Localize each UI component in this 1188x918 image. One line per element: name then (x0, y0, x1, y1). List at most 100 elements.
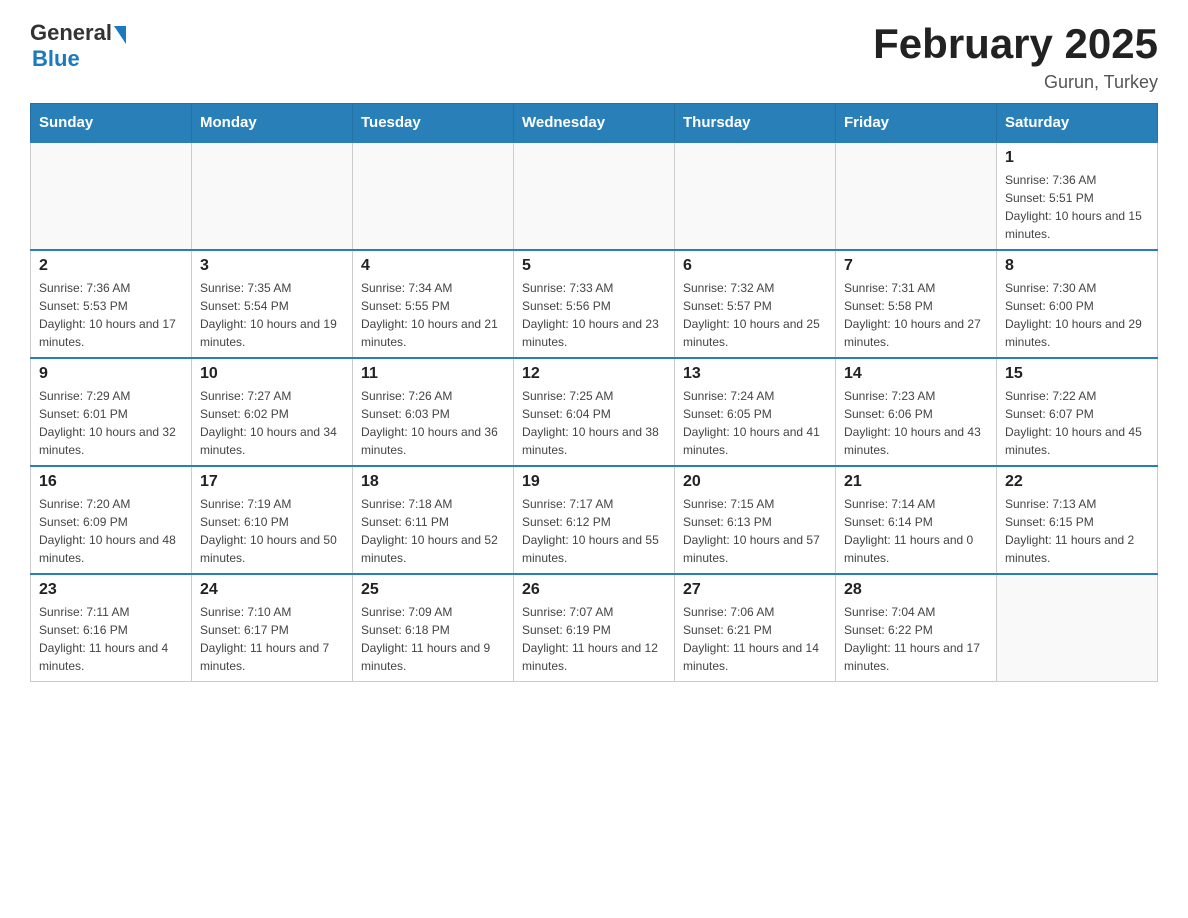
calendar-cell (31, 142, 192, 250)
calendar-cell (514, 142, 675, 250)
day-info: Sunrise: 7:30 AMSunset: 6:00 PMDaylight:… (1005, 279, 1149, 351)
calendar-cell: 21 Sunrise: 7:14 AMSunset: 6:14 PMDayligh… (836, 466, 997, 574)
day-info: Sunrise: 7:36 AMSunset: 5:53 PMDaylight:… (39, 279, 183, 351)
day-number: 20 (683, 473, 827, 491)
calendar-cell (836, 142, 997, 250)
day-number: 24 (200, 581, 344, 599)
week-row-2: 2Sunrise: 7:36 AMSunset: 5:53 PMDaylight… (31, 250, 1158, 358)
day-number: 6 (683, 257, 827, 275)
day-info: Sunrise: 7:07 AMSunset: 6:19 PMDaylight:… (522, 603, 666, 675)
calendar-cell: 27Sunrise: 7:06 AMSunset: 6:21 PMDayligh… (675, 574, 836, 682)
day-info: Sunrise: 7:23 AMSunset: 6:06 PMDaylight:… (844, 387, 988, 459)
day-info: Sunrise: 7:15 AMSunset: 6:13 PMDaylight:… (683, 495, 827, 567)
day-info: Sunrise: 7:10 AMSunset: 6:17 PMDaylight:… (200, 603, 344, 675)
calendar-cell: 6 Sunrise: 7:32 AMSunset: 5:57 PMDaylight… (675, 250, 836, 358)
day-info: Sunrise: 7:06 AMSunset: 6:21 PMDaylight:… (683, 603, 827, 675)
day-info: Sunrise: 7:18 AMSunset: 6:11 PMDaylight:… (361, 495, 505, 567)
calendar-cell: 25 Sunrise: 7:09 AMSunset: 6:18 PMDayligh… (353, 574, 514, 682)
day-number: 19 (522, 473, 666, 491)
day-info: Sunrise: 7:17 AMSunset: 6:12 PMDaylight:… (522, 495, 666, 567)
day-number: 21 (844, 473, 988, 491)
calendar-cell: 11 Sunrise: 7:26 AMSunset: 6:03 PMDayligh… (353, 358, 514, 466)
calendar-cell: 8 Sunrise: 7:30 AMSunset: 6:00 PMDaylight… (997, 250, 1158, 358)
calendar-cell: 20 Sunrise: 7:15 AMSunset: 6:13 PMDayligh… (675, 466, 836, 574)
day-number: 10 (200, 365, 344, 383)
day-header-monday: Monday (192, 104, 353, 143)
day-info: Sunrise: 7:24 AMSunset: 6:05 PMDaylight:… (683, 387, 827, 459)
calendar-cell: 10Sunrise: 7:27 AMSunset: 6:02 PMDayligh… (192, 358, 353, 466)
day-number: 12 (522, 365, 666, 383)
day-info: Sunrise: 7:33 AMSunset: 5:56 PMDaylight:… (522, 279, 666, 351)
calendar-header: SundayMondayTuesdayWednesdayThursdayFrid… (31, 104, 1158, 143)
day-info: Sunrise: 7:14 AMSunset: 6:14 PMDaylight:… (844, 495, 988, 567)
day-number: 16 (39, 473, 183, 491)
day-number: 13 (683, 365, 827, 383)
day-header-friday: Friday (836, 104, 997, 143)
day-info: Sunrise: 7:11 AMSunset: 6:16 PMDaylight:… (39, 603, 183, 675)
day-info: Sunrise: 7:20 AMSunset: 6:09 PMDaylight:… (39, 495, 183, 567)
week-row-4: 16 Sunrise: 7:20 AMSunset: 6:09 PMDayligh… (31, 466, 1158, 574)
header-row: SundayMondayTuesdayWednesdayThursdayFrid… (31, 104, 1158, 143)
day-number: 9 (39, 365, 183, 383)
day-number: 15 (1005, 365, 1149, 383)
day-info: Sunrise: 7:36 AMSunset: 5:51 PMDaylight:… (1005, 171, 1149, 243)
week-row-3: 9 Sunrise: 7:29 AMSunset: 6:01 PMDaylight… (31, 358, 1158, 466)
day-info: Sunrise: 7:32 AMSunset: 5:57 PMDaylight:… (683, 279, 827, 351)
calendar-cell: 19 Sunrise: 7:17 AMSunset: 6:12 PMDayligh… (514, 466, 675, 574)
calendar-cell: 14 Sunrise: 7:23 AMSunset: 6:06 PMDayligh… (836, 358, 997, 466)
day-header-sunday: Sunday (31, 104, 192, 143)
day-number: 26 (522, 581, 666, 599)
logo-blue: Blue (32, 46, 126, 72)
day-info: Sunrise: 7:22 AMSunset: 6:07 PMDaylight:… (1005, 387, 1149, 459)
day-info: Sunrise: 7:04 AMSunset: 6:22 PMDaylight:… (844, 603, 988, 675)
day-number: 14 (844, 365, 988, 383)
week-row-5: 23 Sunrise: 7:11 AMSunset: 6:16 PMDayligh… (31, 574, 1158, 682)
day-number: 25 (361, 581, 505, 599)
day-info: Sunrise: 7:09 AMSunset: 6:18 PMDaylight:… (361, 603, 505, 675)
day-number: 1 (1005, 149, 1149, 167)
day-number: 28 (844, 581, 988, 599)
logo: General Blue (30, 20, 126, 72)
calendar-cell: 4Sunrise: 7:34 AMSunset: 5:55 PMDaylight… (353, 250, 514, 358)
day-number: 23 (39, 581, 183, 599)
day-header-wednesday: Wednesday (514, 104, 675, 143)
day-info: Sunrise: 7:35 AMSunset: 5:54 PMDaylight:… (200, 279, 344, 351)
day-info: Sunrise: 7:25 AMSunset: 6:04 PMDaylight:… (522, 387, 666, 459)
calendar-cell: 18 Sunrise: 7:18 AMSunset: 6:11 PMDayligh… (353, 466, 514, 574)
day-number: 5 (522, 257, 666, 275)
calendar-cell (997, 574, 1158, 682)
day-info: Sunrise: 7:13 AMSunset: 6:15 PMDaylight:… (1005, 495, 1149, 567)
calendar-cell: 5 Sunrise: 7:33 AMSunset: 5:56 PMDaylight… (514, 250, 675, 358)
page-header: General Blue February 2025 Gurun, Turkey (30, 20, 1158, 93)
calendar-body: 1 Sunrise: 7:36 AMSunset: 5:51 PMDaylight… (31, 142, 1158, 682)
day-number: 18 (361, 473, 505, 491)
calendar-cell: 17Sunrise: 7:19 AMSunset: 6:10 PMDayligh… (192, 466, 353, 574)
day-number: 17 (200, 473, 344, 491)
calendar-cell: 7 Sunrise: 7:31 AMSunset: 5:58 PMDaylight… (836, 250, 997, 358)
day-header-thursday: Thursday (675, 104, 836, 143)
day-info: Sunrise: 7:29 AMSunset: 6:01 PMDaylight:… (39, 387, 183, 459)
day-number: 3 (200, 257, 344, 275)
week-row-1: 1 Sunrise: 7:36 AMSunset: 5:51 PMDaylight… (31, 142, 1158, 250)
day-header-saturday: Saturday (997, 104, 1158, 143)
logo-general: General (30, 20, 112, 46)
calendar-cell: 16 Sunrise: 7:20 AMSunset: 6:09 PMDayligh… (31, 466, 192, 574)
location: Gurun, Turkey (873, 72, 1158, 93)
day-number: 7 (844, 257, 988, 275)
day-number: 11 (361, 365, 505, 383)
logo-triangle-icon (114, 26, 126, 44)
calendar-cell: 1 Sunrise: 7:36 AMSunset: 5:51 PMDaylight… (997, 142, 1158, 250)
calendar-cell: 12 Sunrise: 7:25 AMSunset: 6:04 PMDayligh… (514, 358, 675, 466)
calendar-cell: 28 Sunrise: 7:04 AMSunset: 6:22 PMDayligh… (836, 574, 997, 682)
calendar-cell (192, 142, 353, 250)
title-section: February 2025 Gurun, Turkey (873, 20, 1158, 93)
calendar-cell (353, 142, 514, 250)
calendar-cell: 15 Sunrise: 7:22 AMSunset: 6:07 PMDayligh… (997, 358, 1158, 466)
day-number: 22 (1005, 473, 1149, 491)
calendar-cell: 22 Sunrise: 7:13 AMSunset: 6:15 PMDayligh… (997, 466, 1158, 574)
day-info: Sunrise: 7:26 AMSunset: 6:03 PMDaylight:… (361, 387, 505, 459)
day-number: 8 (1005, 257, 1149, 275)
day-info: Sunrise: 7:31 AMSunset: 5:58 PMDaylight:… (844, 279, 988, 351)
calendar-cell: 9 Sunrise: 7:29 AMSunset: 6:01 PMDaylight… (31, 358, 192, 466)
calendar-cell: 24 Sunrise: 7:10 AMSunset: 6:17 PMDayligh… (192, 574, 353, 682)
